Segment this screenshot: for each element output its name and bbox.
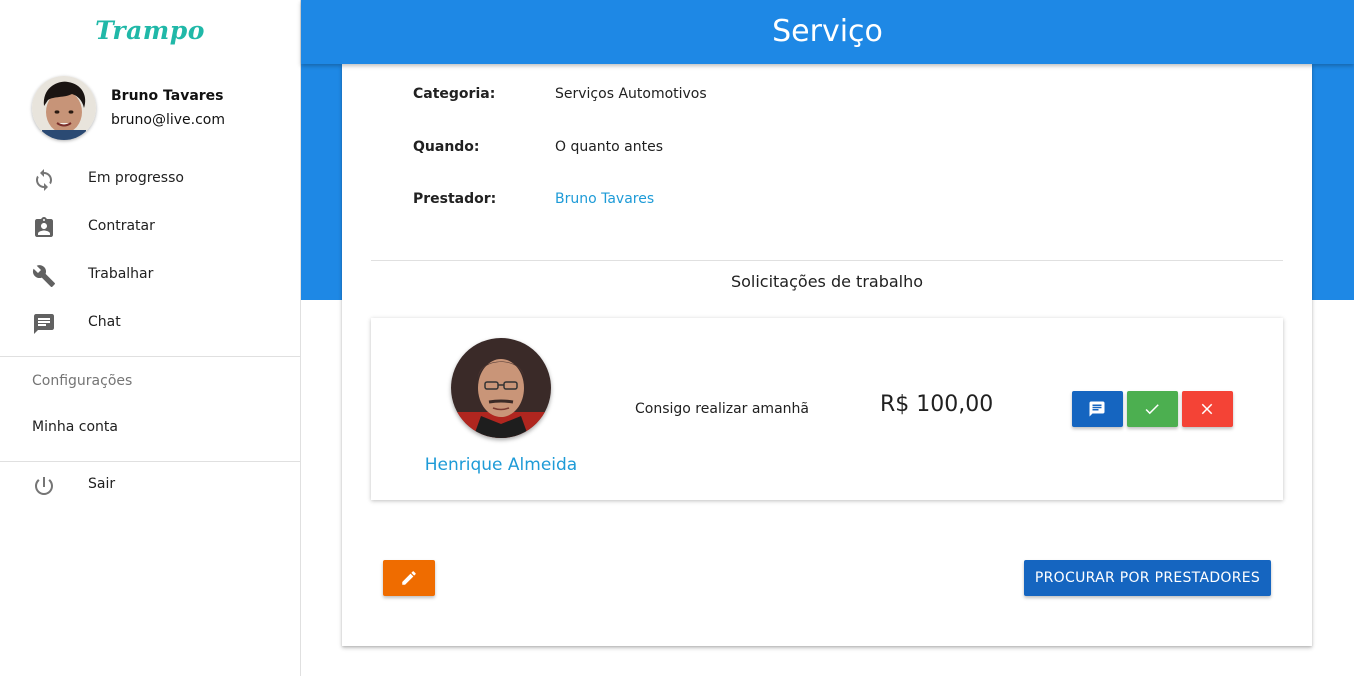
- requester-avatar[interactable]: [451, 338, 551, 438]
- check-icon: [1145, 404, 1159, 415]
- when-value: O quanto antes: [555, 139, 664, 155]
- close-icon: [1201, 403, 1213, 415]
- wrench-icon: [32, 264, 56, 288]
- app-header: Serviço: [301, 0, 1354, 64]
- chat-icon: [1089, 401, 1105, 417]
- request-message: Consigo realizar amanhã: [635, 401, 809, 417]
- sidebar-item-label: Sair: [88, 476, 116, 492]
- user-profile: Bruno Tavares bruno@live.com: [32, 76, 292, 140]
- provider-link[interactable]: Bruno Tavares: [555, 191, 654, 207]
- category-value: Serviços Automotivos: [555, 86, 707, 102]
- section-divider: [371, 260, 1283, 261]
- assignment-ind-icon: [32, 216, 56, 240]
- accept-request-button[interactable]: [1127, 391, 1178, 427]
- sidebar-item-label: Minha conta: [32, 419, 118, 435]
- sidebar-item-label: Em progresso: [88, 170, 184, 186]
- sidebar-item-trabalhar[interactable]: Trabalhar: [0, 252, 300, 300]
- sidebar-item-minha-conta[interactable]: Minha conta: [0, 405, 300, 453]
- sidebar: Trampo Bruno Tavares bruno@live.com Em p…: [0, 0, 301, 676]
- sidebar-item-label: Trabalhar: [88, 266, 154, 282]
- sidebar-item-label: Chat: [88, 314, 121, 330]
- category-label: Categoria:: [413, 86, 496, 102]
- power-icon: [32, 474, 56, 498]
- user-email: bruno@live.com: [111, 112, 225, 128]
- search-providers-button[interactable]: PROCURAR POR PRESTADORES: [1024, 560, 1271, 596]
- edit-service-button[interactable]: [383, 560, 435, 596]
- sidebar-item-sair[interactable]: Sair: [0, 462, 300, 510]
- pencil-icon: [402, 571, 416, 585]
- sidebar-divider: [0, 356, 300, 357]
- sidebar-item-label: Contratar: [88, 218, 155, 234]
- provider-label: Prestador:: [413, 191, 497, 207]
- sidebar-item-chat[interactable]: Chat: [0, 300, 300, 348]
- page-title: Serviço: [772, 14, 883, 49]
- settings-subheader: Configurações: [32, 373, 133, 389]
- requests-title: Solicitações de trabalho: [730, 272, 924, 291]
- sidebar-item-em-progresso[interactable]: Em progresso: [0, 156, 300, 204]
- sidebar-item-contratar[interactable]: Contratar: [0, 204, 300, 252]
- request-item: Henrique Almeida Consigo realizar amanhã…: [371, 318, 1283, 500]
- when-label: Quando:: [413, 139, 480, 155]
- user-avatar: [32, 76, 96, 140]
- reject-request-button[interactable]: [1182, 391, 1233, 427]
- chat-with-requester-button[interactable]: [1072, 391, 1123, 427]
- request-price: R$ 100,00: [880, 392, 994, 417]
- requester-name-link[interactable]: Henrique Almeida: [401, 455, 601, 475]
- service-card: Categoria: Serviços Automotivos Quando: …: [342, 64, 1312, 646]
- sync-icon: [32, 168, 56, 192]
- chat-icon: [32, 312, 56, 336]
- brand-logo[interactable]: Trampo: [0, 16, 300, 45]
- user-name: Bruno Tavares: [111, 88, 224, 104]
